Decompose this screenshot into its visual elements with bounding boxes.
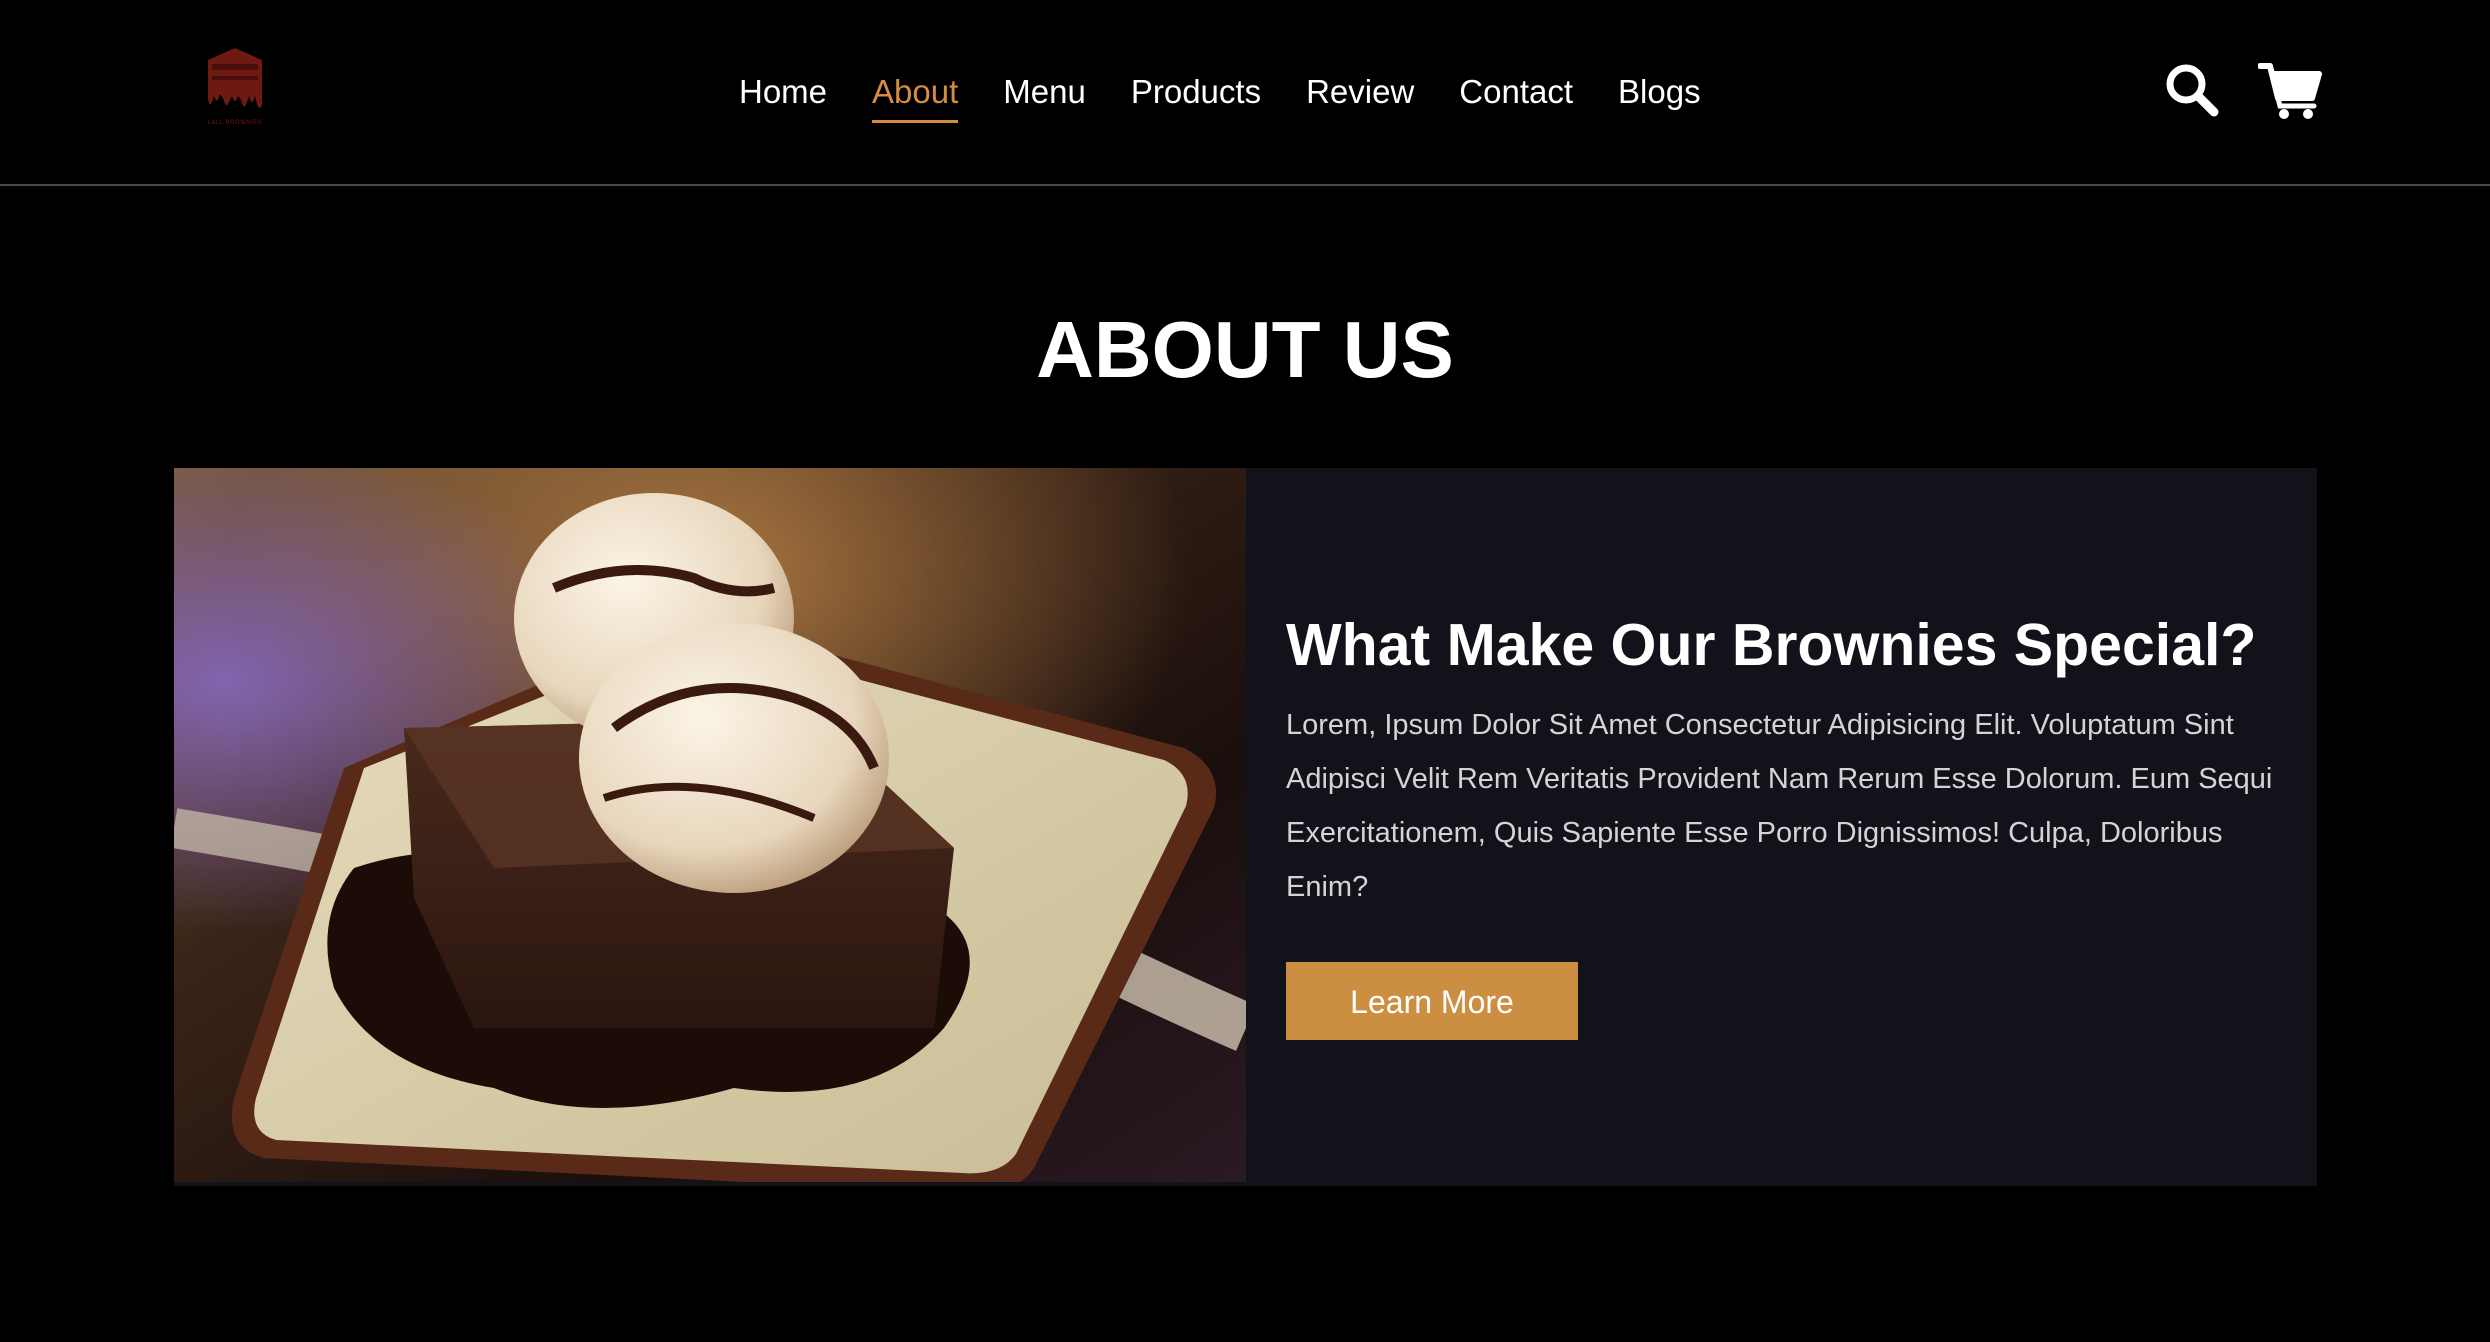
nav-item-about[interactable]: About xyxy=(872,70,959,123)
site-header: LALL BROWNIES Home About Menu Products R… xyxy=(0,0,2490,186)
nav-item-contact[interactable]: Contact xyxy=(1459,70,1573,120)
nav-item-blogs[interactable]: Blogs xyxy=(1618,70,1701,120)
section-title: ABOUT US xyxy=(1036,305,1454,394)
logo-text: LALL BROWNIES xyxy=(207,120,263,126)
main-nav: Home About Menu Products Review Contact … xyxy=(739,70,1701,126)
nav-item-review[interactable]: Review xyxy=(1306,70,1414,120)
nav-item-products[interactable]: Products xyxy=(1131,70,1261,120)
about-content: What Make Our Brownies Special? Lorem, I… xyxy=(1286,608,2286,1040)
nav-item-home[interactable]: Home xyxy=(739,70,827,120)
about-card: What Make Our Brownies Special? Lorem, I… xyxy=(174,468,2317,1186)
logo-icon xyxy=(208,48,262,108)
search-icon[interactable] xyxy=(2164,62,2220,118)
shopping-cart-icon[interactable] xyxy=(2257,60,2322,120)
learn-more-button[interactable]: Learn More xyxy=(1286,962,1578,1040)
nav-item-menu[interactable]: Menu xyxy=(1003,70,1086,120)
brownie-image xyxy=(174,468,1246,1182)
about-heading: What Make Our Brownies Special? xyxy=(1286,612,2257,678)
brand-logo[interactable]: LALL BROWNIES xyxy=(200,46,270,132)
about-description: Lorem, Ipsum Dolor Sit Amet Consectetur … xyxy=(1286,709,2273,903)
